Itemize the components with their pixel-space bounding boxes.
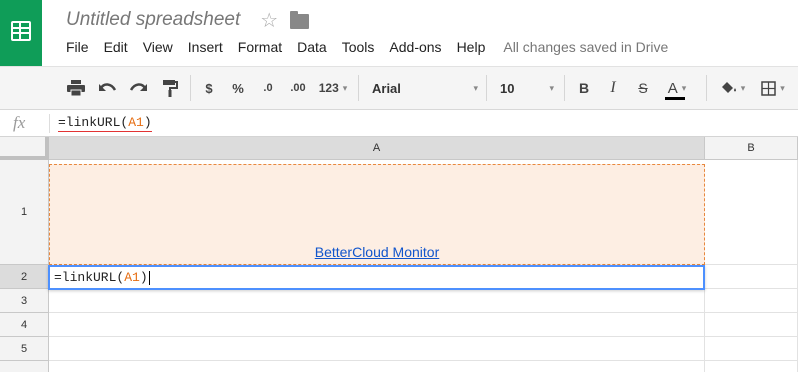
save-status[interactable]: All changes saved in Drive: [503, 39, 668, 55]
row-header-4[interactable]: 4: [0, 313, 49, 337]
chevron-down-icon: ▾: [549, 82, 554, 93]
font-family-value: Arial: [372, 80, 401, 96]
app-header: Untitled spreadsheet ☆ File Edit View In…: [0, 0, 798, 66]
toolbar-separator: [706, 75, 707, 101]
font-family-select[interactable]: Arial ▾: [372, 77, 478, 99]
font-size-value: 10: [500, 80, 515, 96]
formula-input[interactable]: =linkURL(A1): [58, 115, 152, 132]
more-formats-button[interactable]: 123 ▾: [316, 77, 350, 99]
increase-decimal-button[interactable]: .00: [284, 77, 312, 99]
toolbar: $ % .0 .00 123 ▾ Arial ▾ 10 ▾ B I S A ▾ ▾ ▾: [0, 66, 798, 110]
cell-b5[interactable]: [705, 337, 798, 361]
cell-a1-link[interactable]: BetterCloud Monitor: [50, 244, 704, 260]
formula-bar: fx =linkURL(A1): [0, 110, 798, 137]
currency-format-button[interactable]: $: [200, 77, 218, 99]
cell-a1[interactable]: BetterCloud Monitor: [49, 164, 705, 265]
star-icon[interactable]: ☆: [260, 8, 278, 32]
cell-a2-reference: A1: [124, 270, 140, 285]
select-all-corner[interactable]: [0, 137, 49, 160]
cell-a4[interactable]: [49, 313, 705, 337]
chevron-down-icon: ▾: [473, 82, 478, 93]
menu-edit[interactable]: Edit: [104, 39, 128, 55]
menu-addons[interactable]: Add-ons: [389, 39, 441, 55]
spreadsheet-grid: A B 1 2 3 4 5 BetterCloud Monitor =linkU…: [0, 137, 798, 372]
cell-a5[interactable]: [49, 337, 705, 361]
chevron-down-icon: ▾: [740, 82, 746, 93]
formula-prefix: =linkURL(: [58, 115, 129, 130]
toolbar-separator: [358, 75, 359, 101]
cell-a2-suffix: ): [139, 270, 148, 285]
formula-bar-divider: [49, 114, 50, 133]
toolbar-separator: [190, 75, 191, 101]
print-icon[interactable]: [64, 77, 88, 99]
redo-icon[interactable]: [126, 77, 150, 99]
fx-icon: fx: [13, 113, 26, 132]
folder-icon[interactable]: [290, 10, 310, 29]
borders-icon: [761, 80, 776, 96]
borders-button[interactable]: ▾: [756, 77, 790, 99]
column-header-b[interactable]: B: [705, 137, 798, 160]
cell-b4[interactable]: [705, 313, 798, 337]
cell-b2[interactable]: [705, 265, 798, 289]
cell-a2-editor[interactable]: =linkURL(A1): [48, 265, 705, 290]
cell-a3[interactable]: [49, 289, 705, 313]
cell-b6[interactable]: [705, 361, 798, 372]
chevron-down-icon: ▾: [342, 82, 348, 93]
menu-insert[interactable]: Insert: [188, 39, 223, 55]
text-color-icon: A: [664, 79, 685, 100]
toolbar-separator: [486, 75, 487, 101]
fill-color-button[interactable]: ▾: [714, 77, 750, 99]
row-header-2[interactable]: 2: [0, 265, 49, 289]
cell-a2-prefix: =linkURL(: [54, 270, 125, 285]
row-header-3[interactable]: 3: [0, 289, 49, 313]
chevron-down-icon: ▾: [780, 82, 785, 93]
document-title[interactable]: Untitled spreadsheet: [66, 9, 240, 31]
percent-format-button[interactable]: %: [228, 77, 248, 99]
paint-bucket-icon: [721, 82, 736, 93]
row-header-6[interactable]: [0, 361, 49, 372]
cell-b1[interactable]: [705, 160, 798, 265]
font-size-select[interactable]: 10 ▾: [500, 77, 554, 99]
menu-help[interactable]: Help: [457, 39, 486, 55]
text-color-button[interactable]: A ▾: [660, 77, 694, 100]
row-header-1[interactable]: 1: [0, 160, 49, 265]
formula-suffix: ): [143, 115, 152, 130]
undo-icon[interactable]: [96, 77, 120, 99]
row-header-5[interactable]: 5: [0, 337, 49, 361]
menu-data[interactable]: Data: [297, 39, 327, 55]
column-header-a[interactable]: A: [49, 137, 705, 160]
strikethrough-button[interactable]: S: [633, 77, 653, 99]
cell-a6[interactable]: [49, 361, 705, 372]
menu-view[interactable]: View: [143, 39, 173, 55]
chevron-down-icon: ▾: [681, 82, 687, 93]
paint-format-icon[interactable]: [158, 77, 182, 99]
menu-format[interactable]: Format: [238, 39, 282, 55]
text-cursor: [148, 270, 150, 285]
toolbar-separator: [564, 75, 565, 101]
cell-b3[interactable]: [705, 289, 798, 313]
bold-button[interactable]: B: [574, 77, 594, 99]
italic-button[interactable]: I: [603, 77, 623, 99]
menu-tools[interactable]: Tools: [342, 39, 375, 55]
menu-bar: File Edit View Insert Format Data Tools …: [66, 39, 668, 55]
sheets-logo-icon[interactable]: [0, 0, 42, 66]
menu-file[interactable]: File: [66, 39, 89, 55]
formula-reference: A1: [128, 115, 144, 130]
more-formats-label: 123: [318, 81, 339, 95]
decrease-decimal-button[interactable]: .0: [256, 77, 280, 99]
